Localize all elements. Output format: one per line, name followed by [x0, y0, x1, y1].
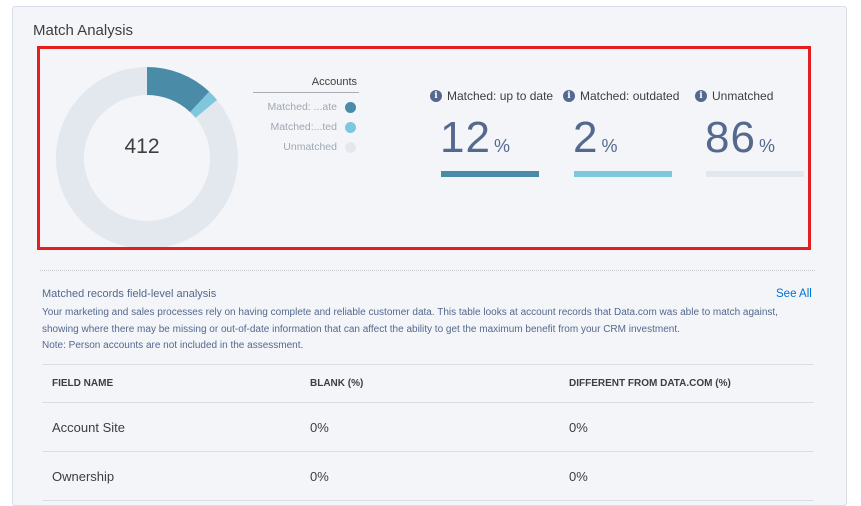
table-row: Account Site 0% 0%	[42, 402, 814, 452]
highlight-box	[37, 46, 811, 250]
analysis-section-title: Matched records field-level analysis	[42, 288, 217, 300]
different-cell: 0%	[559, 402, 814, 452]
card-title: Match Analysis	[33, 22, 134, 39]
analysis-description: Your marketing and sales processes rely …	[42, 305, 814, 355]
column-header-field-name[interactable]: FIELD NAME	[42, 364, 300, 403]
description-note: Note: Person accounts are not included i…	[42, 340, 304, 351]
table-header-row: FIELD NAME BLANK (%) DIFFERENT FROM DATA…	[42, 364, 814, 403]
description-text: Your marketing and sales processes rely …	[42, 307, 778, 335]
blank-cell: 0%	[300, 402, 559, 452]
column-header-blank[interactable]: BLANK (%)	[300, 364, 559, 403]
field-name-cell: Ownership	[42, 451, 300, 501]
field-analysis-table: FIELD NAME BLANK (%) DIFFERENT FROM DATA…	[42, 364, 814, 501]
column-header-different[interactable]: DIFFERENT FROM DATA.COM (%)	[559, 364, 814, 403]
see-all-link[interactable]: See All	[776, 288, 812, 300]
blank-cell: 0%	[300, 451, 559, 501]
table-row: Ownership 0% 0%	[42, 451, 814, 501]
field-name-cell: Account Site	[42, 402, 300, 452]
section-divider	[40, 270, 815, 271]
different-cell: 0%	[559, 451, 814, 501]
